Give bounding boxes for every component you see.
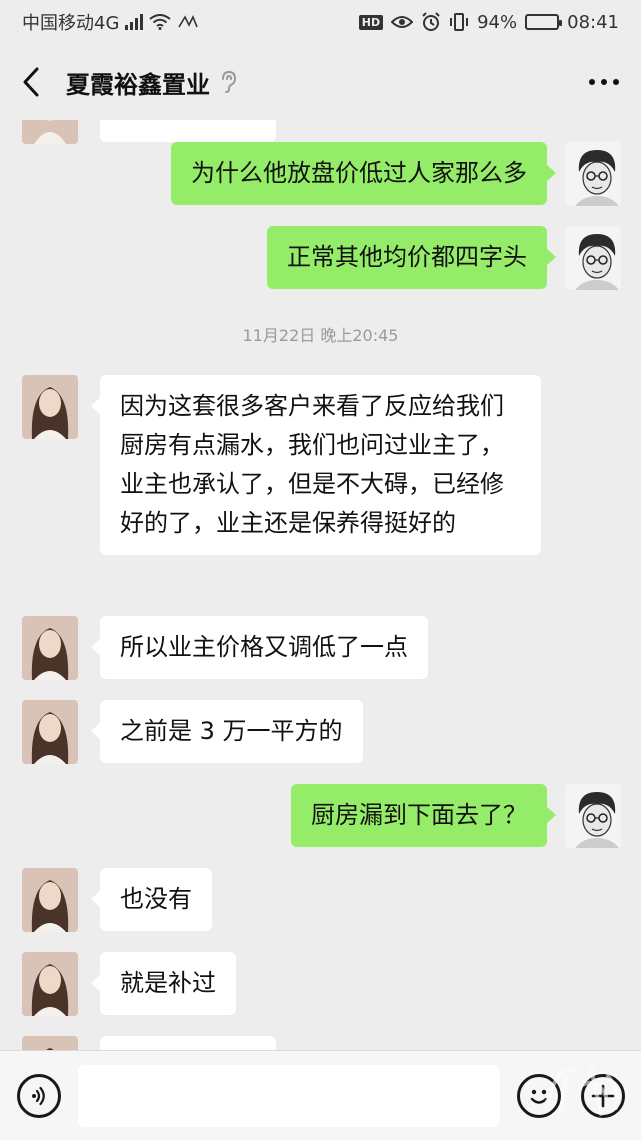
message-incoming [22, 1036, 276, 1050]
message-incoming [22, 120, 276, 144]
message-bubble[interactable] [100, 120, 276, 142]
emoji-button[interactable] [517, 1074, 561, 1118]
message-outgoing: 正常其他均价都四字头 [267, 226, 621, 290]
plus-button[interactable] [581, 1074, 625, 1118]
message-bubble[interactable]: 之前是 3 万一平方的 [91, 700, 363, 763]
voice-icon [32, 1086, 45, 1106]
message-incoming: 也没有 [22, 868, 212, 932]
battery-percent: 94% [477, 11, 518, 33]
contact-avatar[interactable] [22, 1036, 78, 1050]
contact-avatar[interactable] [22, 375, 78, 439]
more-button[interactable] [589, 69, 619, 95]
contact-avatar[interactable] [22, 952, 78, 1016]
chat-title: 夏霞裕鑫置业 [66, 70, 210, 99]
self-avatar[interactable] [565, 784, 621, 848]
message-input[interactable] [78, 1065, 500, 1127]
self-avatar[interactable] [565, 142, 621, 206]
chat-message-list[interactable]: 为什么他放盘价低过人家那么多 正常其他均价都四字头 11月22日 晚上20:45… [0, 120, 641, 1050]
chat-header: 夏霞裕鑫置业 [0, 44, 641, 120]
message-outgoing: 厨房漏到下面去了？ [291, 784, 621, 848]
message-incoming: 之前是 3 万一平方的 [22, 700, 363, 764]
emoji-icon [530, 1089, 548, 1104]
message-incoming: 因为这套很多客户来看了反应给我们厨房有点漏水，我们也问过业主了，业主也承认了，但… [22, 375, 541, 555]
message-incoming: 就是补过 [22, 952, 236, 1016]
message-bubble[interactable]: 就是补过 [91, 952, 236, 1015]
battery-icon [525, 14, 563, 30]
status-left: 中国移动4G [22, 9, 199, 35]
status-bar: 中国移动4G HD 94% 08:41 [0, 0, 641, 44]
carrier-label: 中国移动4G [22, 13, 120, 34]
chat-timestamp: 11月22日 晚上20:45 [242, 326, 399, 345]
message-bubble[interactable]: 正常其他均价都四字头 [267, 226, 556, 289]
back-button[interactable] [22, 62, 52, 102]
hd-badge: HD [358, 14, 384, 30]
message-bubble[interactable]: 因为这套很多客户来看了反应给我们厨房有点漏水，我们也问过业主了，业主也承认了，但… [91, 375, 541, 555]
ear-icon [220, 70, 238, 94]
nfc-icon [178, 15, 199, 28]
wifi-icon [149, 14, 172, 30]
plus-icon [591, 1084, 615, 1108]
contact-avatar[interactable] [22, 700, 78, 764]
status-right: HD 94% 08:41 [358, 11, 619, 33]
contact-avatar[interactable] [22, 868, 78, 932]
chevron-left-icon [23, 67, 39, 97]
contact-avatar[interactable] [22, 120, 78, 144]
message-bubble[interactable]: 所以业主价格又调低了一点 [91, 616, 428, 679]
self-avatar[interactable] [565, 226, 621, 290]
message-outgoing: 为什么他放盘价低过人家那么多 [171, 142, 621, 206]
message-bubble[interactable] [100, 1036, 276, 1050]
more-dots-icon [589, 79, 595, 85]
message-incoming: 所以业主价格又调低了一点 [22, 616, 428, 680]
signal-bars-icon [125, 14, 144, 30]
input-bar [0, 1050, 641, 1140]
voice-button[interactable] [17, 1074, 61, 1118]
message-bubble[interactable]: 也没有 [91, 868, 212, 931]
message-bubble[interactable]: 厨房漏到下面去了？ [291, 784, 556, 847]
contact-avatar[interactable] [22, 616, 78, 680]
message-bubble[interactable]: 为什么他放盘价低过人家那么多 [171, 142, 556, 205]
vibrate-icon [450, 13, 469, 31]
eye-icon [391, 16, 414, 28]
clock: 08:41 [567, 11, 619, 33]
alarm-icon [422, 12, 440, 31]
